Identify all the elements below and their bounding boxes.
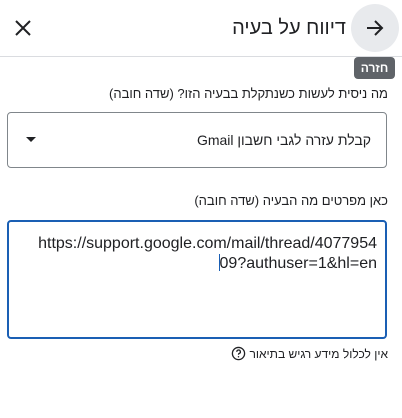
- arrow-forward-icon: [367, 20, 384, 36]
- dropdown-arrow-icon: [26, 137, 36, 142]
- back-tooltip: חזרה: [354, 57, 395, 79]
- help-circle-icon[interactable]: [231, 346, 246, 361]
- description-line2: 09?authuser=1&hl=en: [219, 255, 377, 272]
- question1-label: מה ניסית לעשות כשנתקלת בבעיה הזו? (שדה ח…: [109, 86, 388, 101]
- hint-text: אין לכלול מידע רגיש בתיאור: [249, 346, 388, 361]
- dialog-header: דיווח על בעיה: [0, 0, 402, 57]
- question2-label: כאן מפרטים מה הבעיה (שדה חובה): [194, 193, 388, 208]
- dialog-title: דיווח על בעיה: [232, 17, 346, 39]
- close-button[interactable]: [6, 8, 40, 48]
- back-button[interactable]: [351, 4, 399, 52]
- description-textarea[interactable]: https://support.google.com/mail/thread/4…: [7, 220, 387, 339]
- close-icon: [15, 20, 31, 36]
- issue-topic-value: קבלת עזרה לגבי חשבון Gmail: [196, 132, 371, 148]
- description-line1: https://support.google.com/mail/thread/4…: [38, 235, 377, 252]
- issue-topic-select[interactable]: קבלת עזרה לגבי חשבון Gmail: [7, 112, 387, 168]
- sensitive-info-hint: אין לכלול מידע רגיש בתיאור: [231, 346, 388, 361]
- description-text: https://support.google.com/mail/thread/4…: [27, 234, 377, 274]
